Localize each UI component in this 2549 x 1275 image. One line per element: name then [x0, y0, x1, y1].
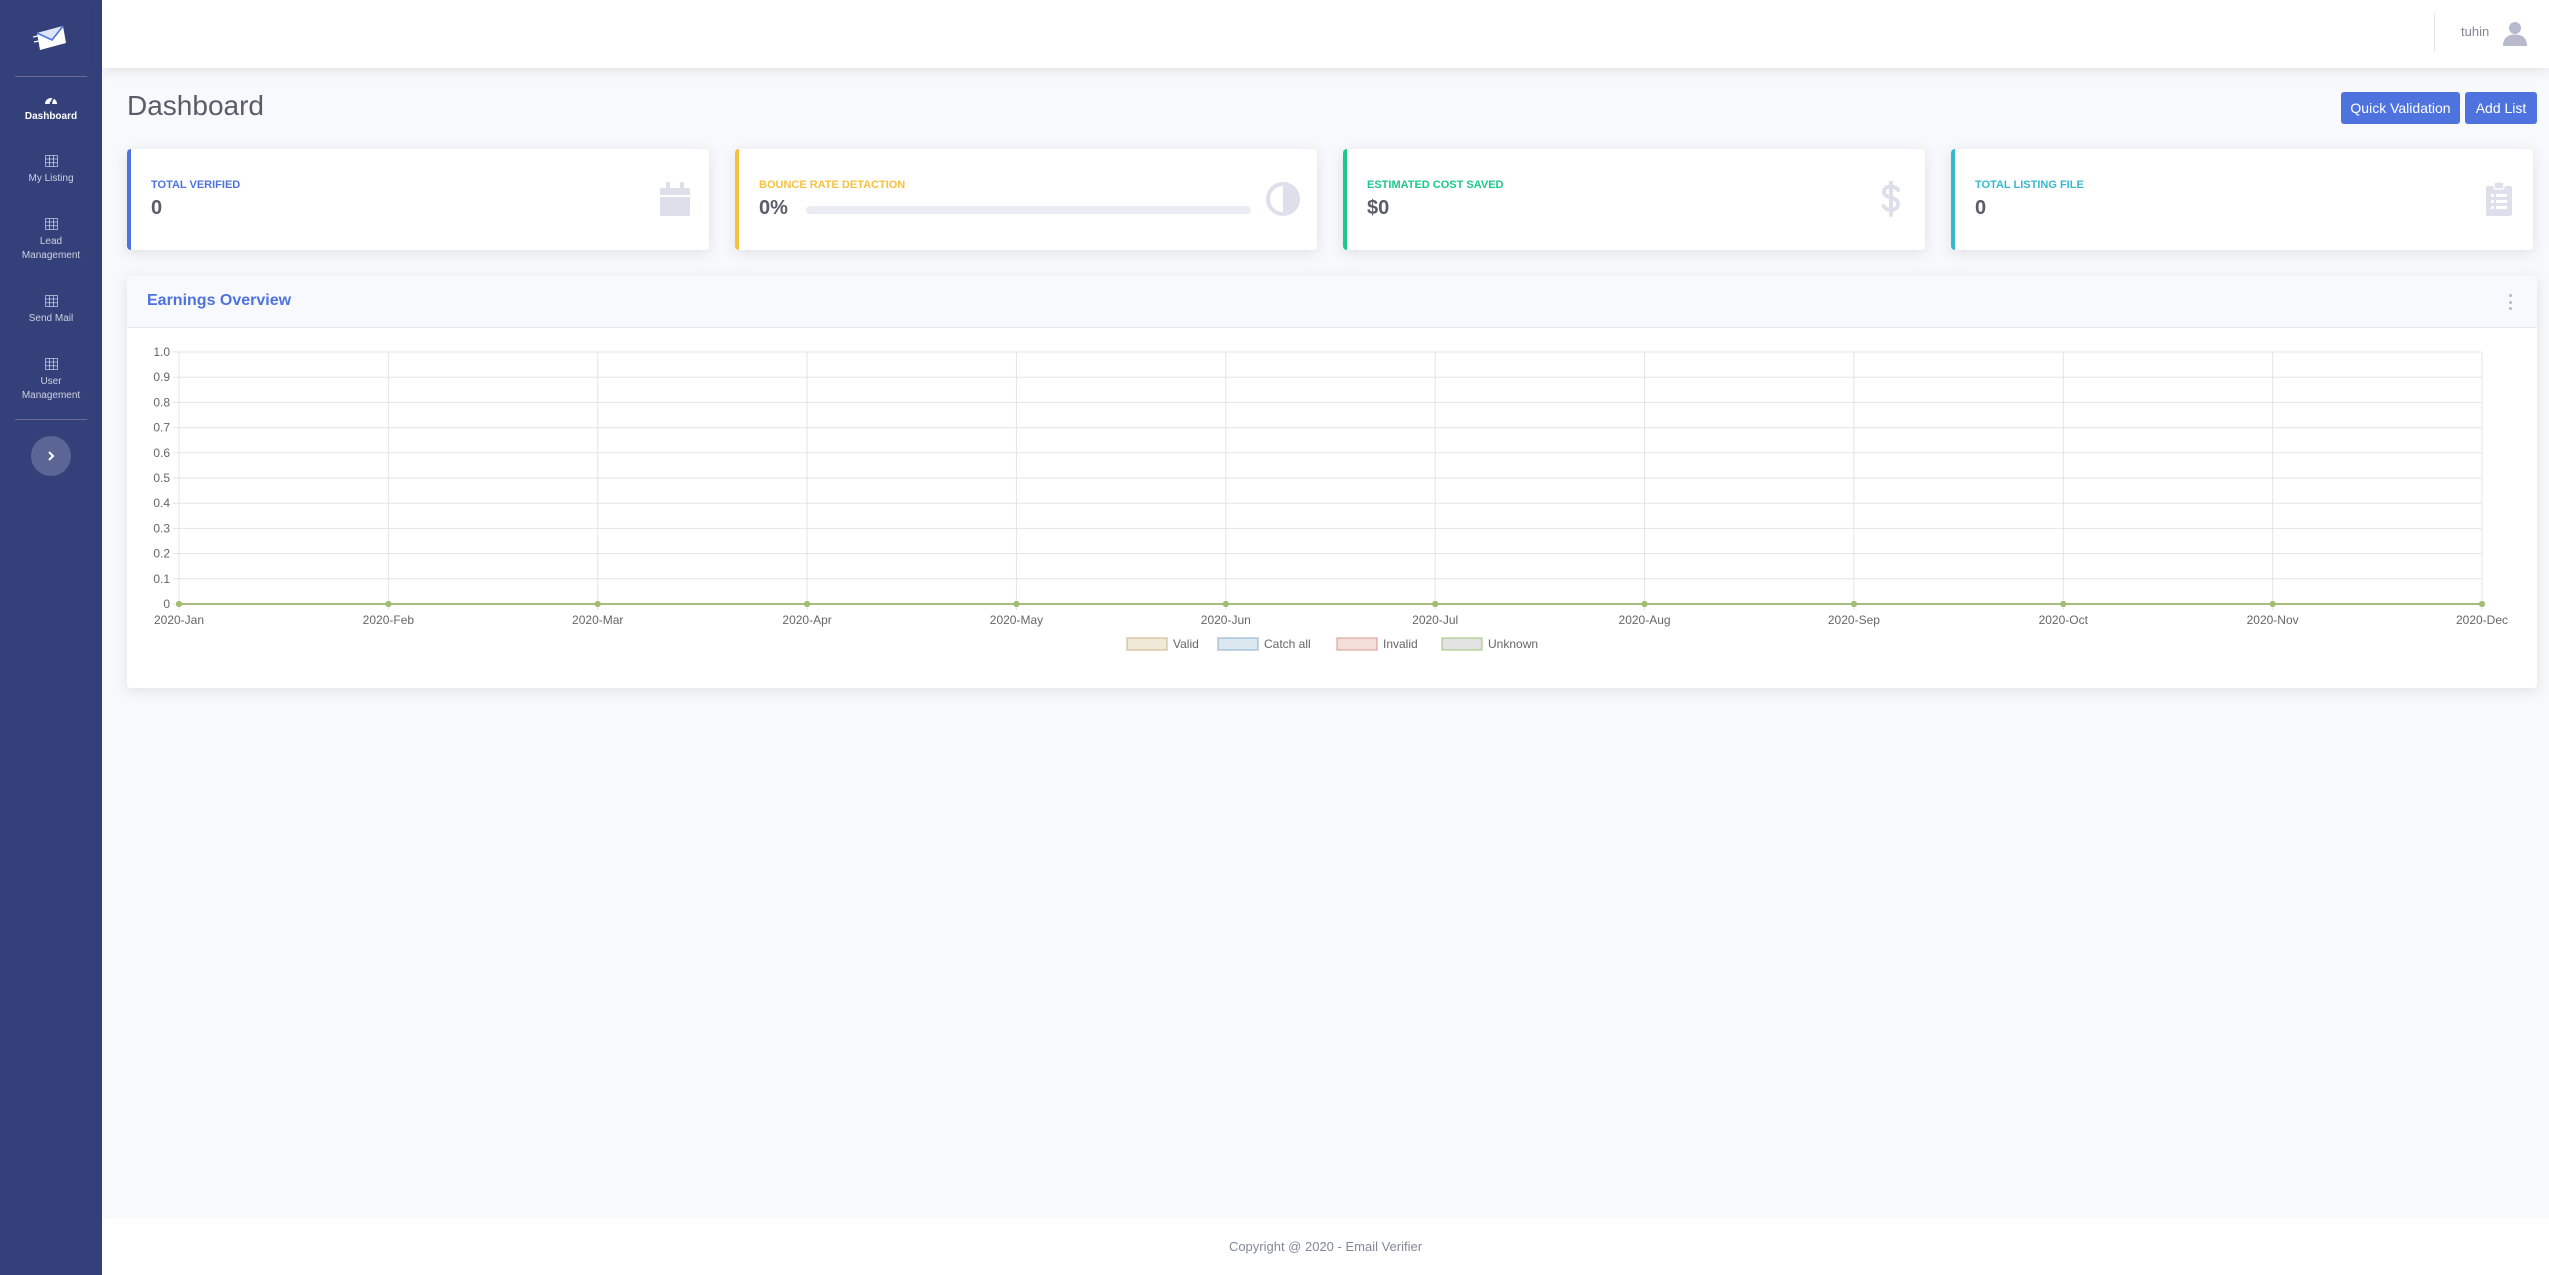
- data-point: [1850, 601, 1857, 607]
- sidebar-toggle-button[interactable]: [31, 436, 71, 476]
- topbar: tuhin: [102, 0, 2549, 68]
- page-title: Dashboard: [127, 90, 264, 121]
- adjust-icon: [1265, 181, 1301, 217]
- card-label: BOUNCE RATE DETACTION: [759, 179, 906, 191]
- sidebar-item-label: Send Mail: [28, 312, 74, 324]
- data-point: [1013, 601, 1020, 607]
- topbar-divider: [2434, 14, 2435, 52]
- table-icon: [44, 217, 58, 230]
- sidebar-item-my-listing[interactable]: My Listing: [0, 139, 102, 201]
- x-tick-label: 2020-Apr: [782, 613, 831, 627]
- table-icon: [44, 294, 58, 307]
- legend-swatch: [1126, 637, 1168, 651]
- data-point: [1432, 601, 1439, 607]
- legend-label: Catch all: [1264, 637, 1311, 651]
- card-value: 0: [1975, 197, 1987, 219]
- dollar-icon: [1873, 181, 1909, 217]
- y-tick-label: 1.0: [153, 345, 170, 359]
- bounce-rate-progress: [806, 206, 1251, 214]
- sidebar-divider: [15, 419, 87, 420]
- earnings-overview-panel: Earnings Overview 0 0.1 0.2 0.3 0.4 0.5 0.6 0.7…: [127, 276, 2537, 688]
- sidebar-item-dashboard[interactable]: Dashboard: [0, 77, 102, 139]
- data-point: [1222, 601, 1229, 607]
- sidebar-item-lead-management[interactable]: Lead Management: [0, 201, 102, 279]
- user-name[interactable]: tuhin: [2461, 24, 2489, 39]
- table-icon: [44, 357, 58, 370]
- x-tick-label: 2020-Jul: [1412, 613, 1458, 627]
- sidebar-item-user-management[interactable]: User Management: [0, 341, 102, 419]
- x-tick-label: 2020-Feb: [363, 613, 415, 627]
- y-tick-label: 0: [163, 597, 170, 611]
- card-value: $0: [1367, 197, 1390, 219]
- x-tick-label: 2020-Nov: [2247, 613, 2299, 627]
- sidebar-item-send-mail[interactable]: Send Mail: [0, 279, 102, 341]
- legend-label: Invalid: [1383, 637, 1418, 651]
- y-tick-label: 0.6: [153, 446, 170, 460]
- x-tick-label: 2020-May: [990, 613, 1043, 627]
- y-tick-label: 0.7: [153, 421, 170, 435]
- data-point: [385, 601, 392, 607]
- legend-label: Unknown: [1488, 637, 1538, 651]
- card-bounce-rate: BOUNCE RATE DETACTION 0%: [735, 149, 1317, 250]
- data-point: [594, 601, 601, 607]
- x-tick-label: 2020-Sep: [1828, 613, 1880, 627]
- quick-validation-button[interactable]: Quick Validation: [2341, 92, 2460, 124]
- footer: Copyright @ 2020 - Email Verifier: [102, 1218, 2549, 1275]
- card-total-listing-file: TOTAL LISTING FILE 0: [1951, 149, 2533, 250]
- earnings-line-chart: 0 0.1 0.2 0.3 0.4 0.5 0.6 0.7 0.8 0.9 1.0 2020-Jan 2…: [153, 345, 2508, 651]
- ellipsis-vertical-icon[interactable]: [2505, 294, 2515, 310]
- x-tick-label: 2020-Dec: [2456, 613, 2508, 627]
- sidebar-item-label: Lead Management: [21, 235, 81, 261]
- clipboard-icon: [2481, 181, 2517, 217]
- legend-swatch: [1441, 637, 1483, 651]
- y-tick-label: 0.8: [153, 395, 170, 409]
- tachometer-icon: [44, 93, 58, 105]
- sidebar: Dashboard My Listing Lead Management Sen…: [0, 0, 102, 1275]
- data-point: [2269, 601, 2276, 607]
- card-value: 0: [151, 197, 163, 219]
- legend-swatch: [1217, 637, 1259, 651]
- x-tick-label: 2020-Mar: [572, 613, 623, 627]
- sidebar-item-label: Dashboard: [24, 110, 78, 122]
- legend-label: Valid: [1173, 637, 1199, 651]
- sidebar-item-label: User Management: [21, 375, 81, 401]
- card-label: ESTIMATED COST SAVED: [1367, 179, 1504, 191]
- card-total-verified: TOTAL VERIFIED 0: [127, 149, 709, 250]
- y-tick-label: 0.2: [153, 547, 170, 561]
- card-value: 0%: [759, 197, 788, 219]
- footer-copyright: Copyright @ 2020 - Email Verifier: [1228, 1239, 1423, 1254]
- y-tick-label: 0.5: [153, 471, 170, 485]
- x-tick-label: 2020-Jun: [1201, 613, 1251, 627]
- y-tick-label: 0.3: [153, 521, 170, 535]
- table-icon: [44, 154, 58, 167]
- panel-title: Earnings Overview: [147, 292, 292, 309]
- y-tick-label: 0.9: [153, 370, 170, 384]
- x-tick-label: 2020-Oct: [2039, 613, 2089, 627]
- legend-swatch: [1336, 637, 1378, 651]
- add-list-button[interactable]: Add List: [2465, 92, 2537, 124]
- card-estimated-cost: ESTIMATED COST SAVED $0: [1343, 149, 1925, 250]
- calendar-icon: [657, 181, 693, 217]
- envelope-icon: [33, 25, 66, 50]
- x-tick-label: 2020-Aug: [1619, 613, 1671, 627]
- card-label: TOTAL VERIFIED: [151, 179, 241, 191]
- y-tick-label: 0.1: [153, 572, 170, 586]
- x-tick-label: 2020-Jan: [154, 613, 204, 627]
- data-point: [176, 601, 182, 607]
- brand-logo[interactable]: [0, 0, 102, 76]
- data-point: [1641, 601, 1648, 607]
- y-tick-label: 0.4: [153, 496, 170, 510]
- chevron-right-icon: [48, 451, 55, 461]
- data-point: [2479, 601, 2485, 607]
- card-label: TOTAL LISTING FILE: [1975, 179, 2084, 191]
- data-point: [804, 601, 811, 607]
- panel-header: Earnings Overview: [127, 276, 2537, 328]
- user-icon[interactable]: [2502, 20, 2528, 46]
- data-point: [2060, 601, 2067, 607]
- sidebar-item-label: My Listing: [28, 172, 74, 184]
